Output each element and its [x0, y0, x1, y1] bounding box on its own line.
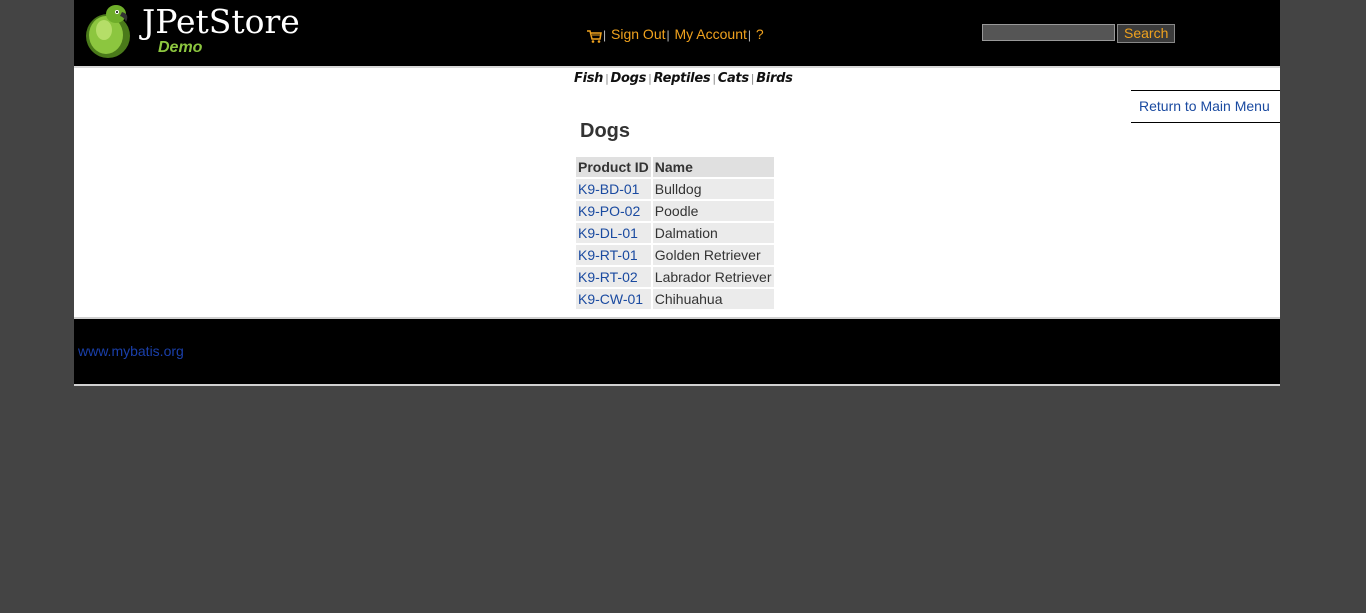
product-id-link[interactable]: K9-RT-02 [578, 269, 638, 285]
table-row: K9-CW-01 Chihuahua [576, 289, 774, 309]
search-form: Search [982, 24, 1176, 43]
quicklink-cats[interactable]: Cats [718, 71, 749, 86]
header: JPetStore Demo | Sign Out| My Account| ?… [74, 0, 1280, 68]
product-name: Poodle [652, 201, 774, 221]
help-link[interactable]: ? [756, 26, 764, 42]
menu-separator: | [666, 28, 670, 42]
header-menu: | Sign Out| My Account| ? [586, 26, 764, 46]
quicklink-birds[interactable]: Birds [756, 71, 793, 86]
quick-links: Fish | Dogs | Reptiles | Cats | Birds [574, 71, 793, 86]
table-row: K9-RT-01 Golden Retriever [576, 245, 774, 265]
product-name: Bulldog [652, 179, 774, 199]
mybatis-link[interactable]: www.mybatis.org [78, 343, 184, 359]
product-name: Labrador Retriever [652, 267, 774, 287]
product-id-link[interactable]: K9-DL-01 [578, 225, 638, 241]
logo-title: JPetStore [139, 2, 300, 41]
quicklink-separator: | [712, 72, 716, 85]
back-link-box: Return to Main Menu [1131, 90, 1280, 123]
sign-out-link[interactable]: Sign Out [611, 26, 665, 42]
logo[interactable]: JPetStore Demo [82, 2, 302, 60]
table-row: K9-PO-02 Poodle [576, 201, 774, 221]
product-id-link[interactable]: K9-CW-01 [578, 291, 643, 307]
search-input[interactable] [982, 24, 1115, 41]
content: Fish | Dogs | Reptiles | Cats | Birds Return to … [74, 68, 1280, 319]
my-account-link[interactable]: My Account [675, 26, 747, 42]
shopping-cart-icon[interactable] [586, 29, 602, 46]
column-header-name: Name [652, 157, 774, 177]
page-title: Dogs [580, 120, 630, 142]
parrot-logo-icon: JPetStore Demo [86, 2, 300, 58]
table-row: K9-BD-01 Bulldog [576, 179, 774, 199]
quicklink-separator: | [750, 72, 755, 85]
search-button[interactable]: Search [1117, 24, 1176, 43]
menu-separator: | [747, 28, 752, 42]
table-header-row: Product ID Name [576, 157, 774, 177]
quicklink-dogs[interactable]: Dogs [611, 71, 647, 86]
product-id-link[interactable]: K9-RT-01 [578, 247, 638, 263]
product-name: Golden Retriever [652, 245, 774, 265]
product-table: Product ID Name K9-BD-01 Bulldog K9-PO-0… [574, 155, 776, 311]
product-id-link[interactable]: K9-PO-02 [578, 203, 640, 219]
footer: www.mybatis.org [74, 319, 1280, 386]
menu-separator: | [603, 28, 607, 42]
column-header-product-id: Product ID [576, 157, 651, 177]
logo-subtitle: Demo [158, 39, 203, 56]
catalog: Dogs Product ID Name K9-BD-01 Bulldog K9… [574, 120, 776, 311]
return-to-main-menu-link[interactable]: Return to Main Menu [1131, 98, 1270, 114]
table-row: K9-RT-02 Labrador Retriever [576, 267, 774, 287]
page-wrapper: JPetStore Demo | Sign Out| My Account| ?… [74, 0, 1280, 386]
table-row: K9-DL-01 Dalmation [576, 223, 774, 243]
quicklink-separator: | [605, 72, 609, 85]
product-id-link[interactable]: K9-BD-01 [578, 181, 639, 197]
product-name: Dalmation [652, 223, 774, 243]
product-name: Chihuahua [652, 289, 774, 309]
quicklink-fish[interactable]: Fish [574, 71, 603, 86]
quicklink-separator: | [648, 72, 652, 85]
quicklink-reptiles[interactable]: Reptiles [654, 71, 711, 86]
